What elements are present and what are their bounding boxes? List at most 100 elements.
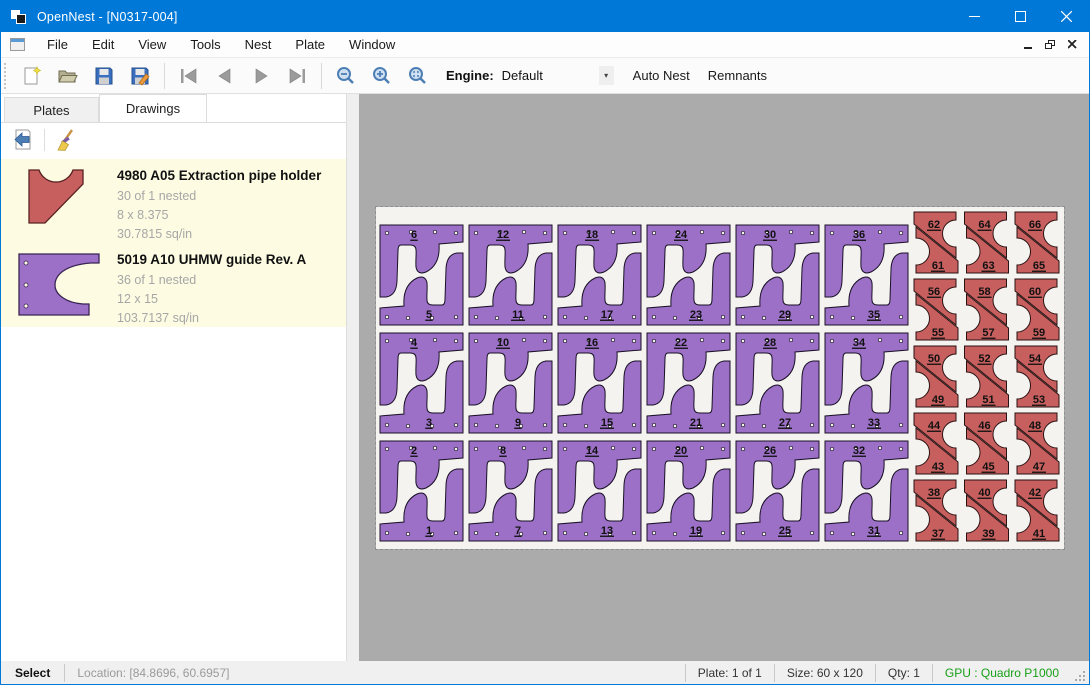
mdi-close-button[interactable]: [1063, 37, 1081, 53]
svg-text:8: 8: [500, 445, 506, 457]
new-document-button[interactable]: [14, 61, 50, 91]
status-bar: Select Location: [84.8696, 60.6957] Plat…: [1, 661, 1089, 685]
svg-text:16: 16: [586, 337, 598, 349]
svg-text:46: 46: [978, 420, 990, 432]
zoom-out-button[interactable]: [328, 61, 364, 91]
svg-text:15: 15: [601, 417, 613, 429]
drawings-toolbar: [1, 123, 346, 157]
svg-text:18: 18: [586, 229, 598, 241]
save-button[interactable]: [86, 61, 122, 91]
auto-nest-button[interactable]: Auto Nest: [624, 62, 699, 89]
list-item-extraction-pipe-holder[interactable]: 4980 A05 Extraction pipe holder 30 of 1 …: [1, 159, 346, 243]
svg-text:59: 59: [1033, 327, 1045, 339]
menu-bar: File Edit View Tools Nest Plate Window: [1, 32, 1089, 58]
svg-text:14: 14: [586, 445, 599, 457]
svg-text:25: 25: [779, 525, 791, 537]
go-first-icon: [177, 65, 201, 87]
menu-item-plate[interactable]: Plate: [283, 33, 337, 56]
document-window-icon[interactable]: [10, 38, 25, 51]
svg-text:33: 33: [868, 417, 880, 429]
svg-text:3: 3: [426, 417, 432, 429]
svg-text:43: 43: [932, 461, 944, 473]
mdi-restore-button[interactable]: [1041, 37, 1059, 53]
zoom-in-button[interactable]: [364, 61, 400, 91]
main-toolbar: Engine: Default ▾ Auto Nest Remnants: [1, 58, 1089, 94]
nested-parts-drawing[interactable]: 6512111817242330293635431091615222128273…: [376, 207, 1064, 549]
import-drawing-button[interactable]: [9, 126, 37, 154]
svg-text:40: 40: [978, 487, 990, 499]
tab-plates[interactable]: Plates: [4, 97, 99, 122]
svg-text:61: 61: [932, 260, 944, 272]
go-next-button[interactable]: [243, 61, 279, 91]
menu-item-edit[interactable]: Edit: [80, 33, 126, 56]
toolbar-separator: [164, 63, 165, 89]
panel-splitter[interactable]: [346, 94, 359, 661]
svg-text:52: 52: [978, 353, 990, 365]
svg-text:51: 51: [982, 394, 994, 406]
svg-text:23: 23: [690, 309, 702, 321]
drawings-panel: 4980 A05 Extraction pipe holder 30 of 1 …: [1, 122, 346, 661]
app-window: OpenNest - [N0317-004] File Edit View To…: [0, 0, 1090, 685]
svg-text:27: 27: [779, 417, 791, 429]
svg-text:13: 13: [601, 525, 613, 537]
engine-value: Default: [502, 68, 599, 83]
svg-text:7: 7: [515, 525, 521, 537]
svg-text:10: 10: [497, 337, 509, 349]
resize-grip[interactable]: [1083, 679, 1085, 681]
clear-drawings-button[interactable]: [52, 126, 80, 154]
svg-text:11: 11: [512, 309, 524, 321]
part-thumbnail-purple: [15, 250, 105, 318]
minimize-button[interactable]: [951, 1, 997, 32]
go-previous-icon: [213, 65, 237, 87]
svg-text:55: 55: [932, 327, 944, 339]
svg-text:9: 9: [515, 417, 521, 429]
menu-item-nest[interactable]: Nest: [233, 33, 284, 56]
zoom-fit-button[interactable]: [400, 61, 436, 91]
engine-combobox[interactable]: Default ▾: [502, 64, 614, 88]
svg-text:4: 4: [411, 337, 418, 349]
zoom-fit-icon: [407, 65, 429, 87]
menu-item-view[interactable]: View: [126, 33, 178, 56]
toolbar-grip[interactable]: [4, 63, 8, 89]
svg-text:2: 2: [411, 445, 417, 457]
mdi-minimize-button[interactable]: [1019, 37, 1037, 53]
zoom-out-icon: [335, 65, 357, 87]
toolbar-separator: [44, 129, 45, 151]
svg-text:42: 42: [1029, 487, 1041, 499]
menu-item-window[interactable]: Window: [337, 33, 407, 56]
title-bar[interactable]: OpenNest - [N0317-004]: [1, 1, 1089, 32]
svg-text:47: 47: [1033, 461, 1045, 473]
remnants-button[interactable]: Remnants: [699, 62, 776, 89]
part-thumbnail-red: [15, 166, 97, 228]
menu-item-file[interactable]: File: [35, 33, 80, 56]
go-first-button[interactable]: [171, 61, 207, 91]
svg-text:19: 19: [690, 525, 702, 537]
save-as-icon: [129, 65, 151, 87]
menu-item-tools[interactable]: Tools: [178, 33, 232, 56]
save-as-button[interactable]: [122, 61, 158, 91]
svg-text:37: 37: [932, 528, 944, 540]
main-area: Plates Drawings: [1, 94, 1089, 661]
svg-text:6: 6: [411, 229, 417, 241]
go-last-button[interactable]: [279, 61, 315, 91]
svg-text:12: 12: [497, 229, 509, 241]
open-file-icon: [57, 65, 79, 87]
nest-canvas[interactable]: 6512111817242330293635431091615222128273…: [359, 94, 1089, 661]
list-item-uhmw-guide[interactable]: 5019 A10 UHMW guide Rev. A 36 of 1 neste…: [1, 243, 346, 327]
chevron-down-icon[interactable]: ▾: [599, 66, 614, 85]
maximize-button[interactable]: [997, 1, 1043, 32]
panel-tabs: Plates Drawings: [1, 94, 346, 122]
go-last-icon: [285, 65, 309, 87]
svg-text:1: 1: [426, 525, 432, 537]
tab-drawings[interactable]: Drawings: [99, 94, 207, 122]
status-qty: Qty: 1: [876, 665, 932, 681]
open-file-button[interactable]: [50, 61, 86, 91]
svg-text:38: 38: [928, 487, 940, 499]
close-button[interactable]: [1043, 1, 1089, 32]
app-logo-icon: [10, 9, 28, 25]
svg-text:29: 29: [779, 309, 791, 321]
go-previous-button[interactable]: [207, 61, 243, 91]
plate-sheet[interactable]: 6512111817242330293635431091615222128273…: [376, 207, 1064, 549]
svg-text:21: 21: [690, 417, 702, 429]
svg-text:32: 32: [853, 445, 865, 457]
